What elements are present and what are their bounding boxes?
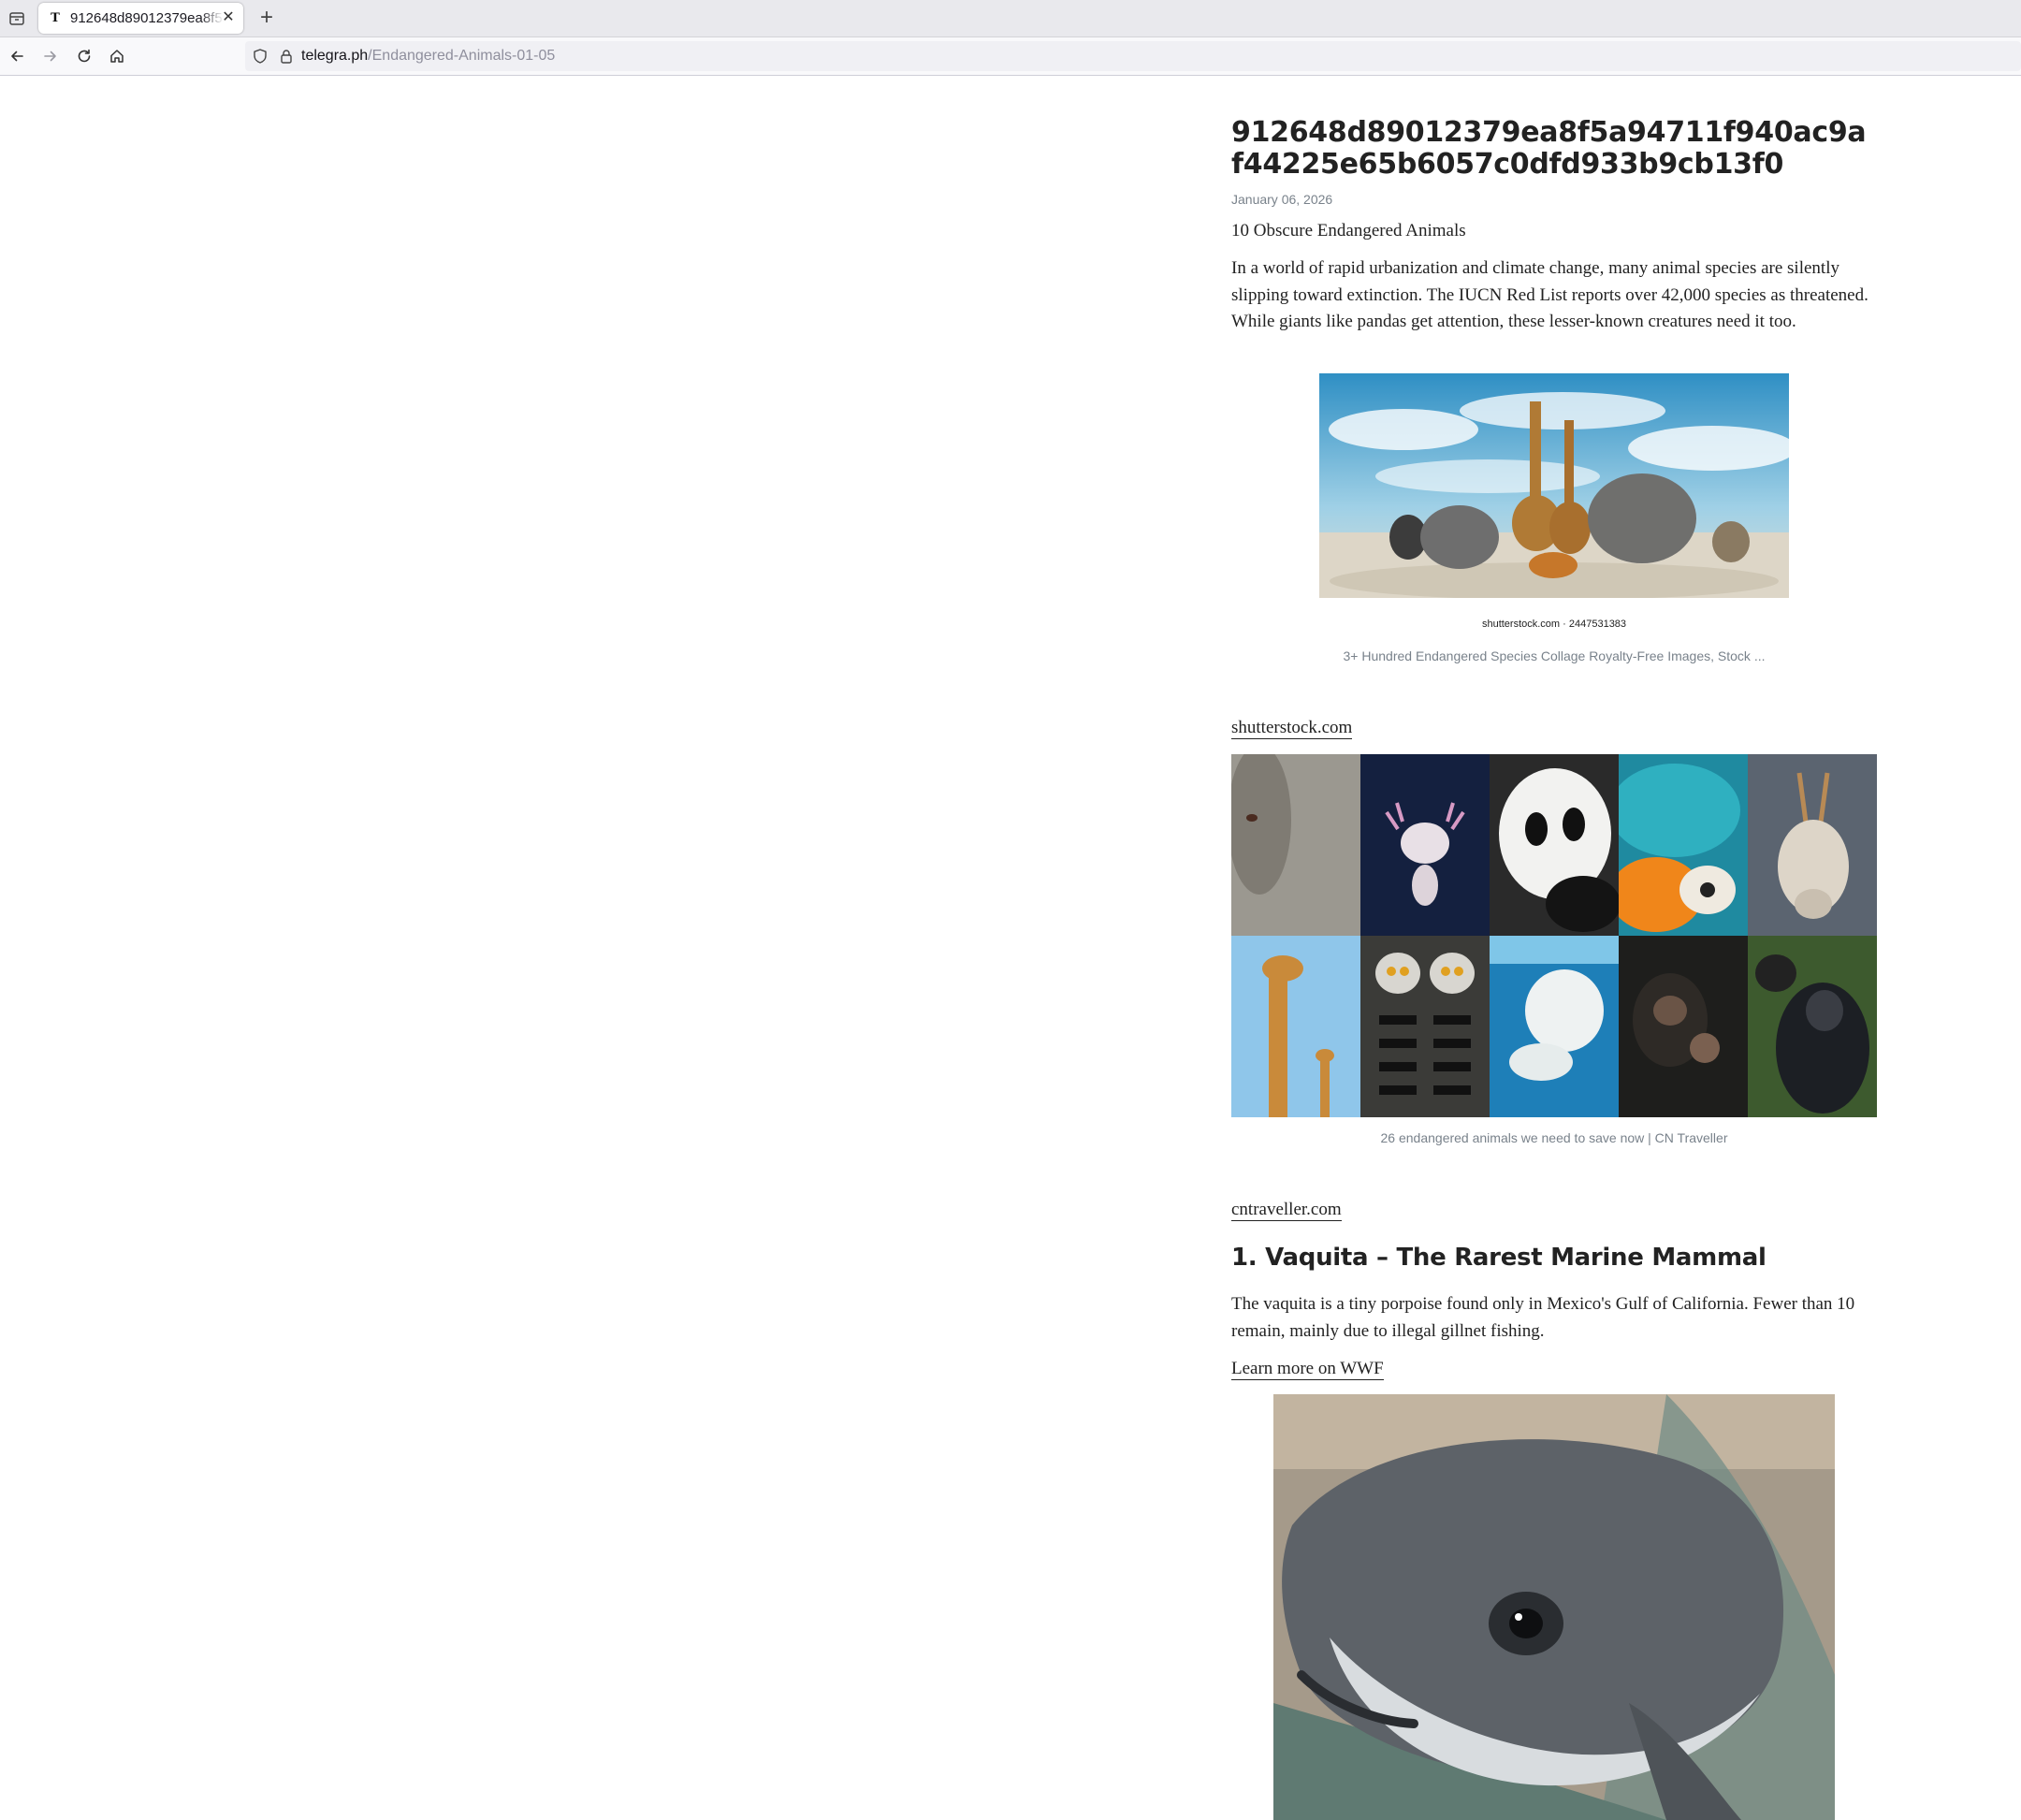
elephant-eye-image (1231, 754, 1360, 936)
address-bar[interactable]: telegra.ph/Endangered-Animals-01-05 (245, 41, 2021, 71)
intro-paragraph: In a world of rapid urbanization and cli… (1231, 258, 1868, 331)
gorilla-image (1748, 936, 1877, 1117)
article-title: 912648d89012379ea8f5a94711f940ac9af44225… (1231, 116, 1867, 181)
back-arrow-icon[interactable] (4, 43, 30, 69)
tab-title: 912648d89012379ea8f5a94711f940ac9af44225… (70, 10, 224, 26)
wwf-link[interactable]: Learn more on WWF (1231, 1359, 1384, 1380)
reload-icon[interactable] (71, 43, 97, 69)
section-heading: 1. Vaquita – The Rarest Marine Mammal (1231, 1244, 1767, 1272)
url-text[interactable]: telegra.ph/Endangered-Animals-01-05 (301, 47, 555, 66)
figure-caption: 3+ Hundred Endangered Species Collage Ro… (1343, 648, 1766, 663)
url-host: telegra.ph (301, 48, 369, 64)
active-tab[interactable]: T 912648d89012379ea8f5a94711f940ac9af442… (38, 3, 243, 34)
source-link-cntraveller[interactable]: cntraveller.com (1231, 1200, 1342, 1221)
tab-strip: T 912648d89012379ea8f5a94711f940ac9af442… (0, 0, 2021, 37)
url-path: /Endangered-Animals-01-05 (368, 48, 556, 64)
article-date: January 06, 2026 (1231, 192, 1333, 207)
home-icon[interactable] (104, 43, 130, 69)
vaquita-image (1273, 1394, 1835, 1820)
saiga-antelope-image (1748, 754, 1877, 936)
image-credit: shutterstock.com · 2447531383 (1481, 619, 1627, 630)
collage-caption: 26 endangered animals we need to save no… (1380, 1130, 1728, 1145)
article-subtitle: 10 Obscure Endangered Animals (1231, 221, 1466, 240)
panda-image (1490, 754, 1619, 936)
axolotl-image (1360, 754, 1490, 936)
animals-group-image (1319, 373, 1789, 617)
macaw-image (1619, 754, 1748, 936)
polar-bear-image (1490, 936, 1619, 1117)
new-tab-button[interactable]: + (254, 5, 280, 31)
navigation-toolbar: telegra.ph/Endangered-Animals-01-05 (0, 37, 2021, 76)
source-link-shutterstock[interactable]: shutterstock.com (1231, 718, 1353, 739)
animal-collage (1231, 754, 1877, 1117)
lemurs-image (1360, 936, 1490, 1117)
close-tab-icon[interactable]: ✕ (220, 9, 237, 26)
section-paragraph: The vaquita is a tiny porpoise found onl… (1231, 1294, 1855, 1341)
telegraph-favicon-icon: T (51, 10, 60, 25)
tab-list-icon[interactable] (4, 6, 30, 32)
giraffe-image (1231, 936, 1360, 1117)
chimpanzee-image (1619, 936, 1748, 1117)
forward-arrow-icon[interactable] (37, 43, 64, 69)
lock-icon[interactable] (278, 48, 295, 69)
shield-icon[interactable] (252, 48, 269, 69)
